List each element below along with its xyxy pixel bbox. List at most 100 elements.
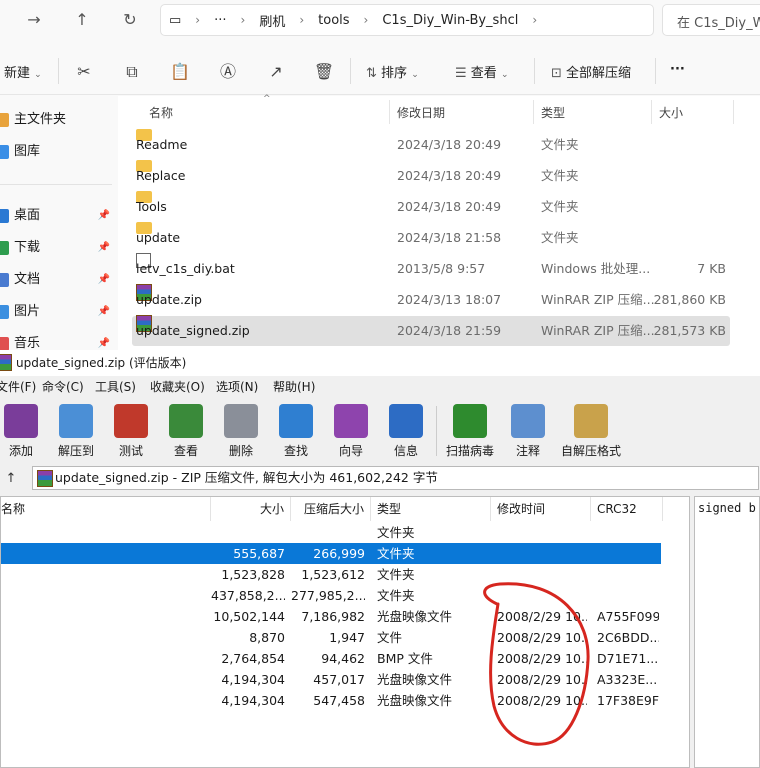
- file-row[interactable]: Tools 2024/3/18 20:49 文件夹: [132, 191, 730, 222]
- sidebar-item-icon: [0, 240, 9, 255]
- chevron-right-icon: ›: [195, 13, 201, 27]
- entry-type: 光盘映像文件: [377, 672, 453, 687]
- column-header-size[interactable]: 大小: [659, 104, 683, 121]
- toolbar-button[interactable]: 信息: [380, 404, 432, 460]
- archive-row[interactable]: logo.bmp2,764,85494,462BMP 文件2008/2/29 1…: [1, 648, 661, 669]
- cut-icon[interactable]: ✂: [73, 62, 95, 82]
- breadcrumb-item[interactable]: tools: [318, 13, 349, 28]
- toolbar-button-label: 测试: [118, 444, 143, 458]
- trash-icon[interactable]: 🗑: [313, 62, 335, 82]
- column-header-crc32[interactable]: CRC32: [591, 497, 663, 521]
- column-header-date[interactable]: 修改日期: [397, 104, 445, 121]
- winrar-title-bar[interactable]: update_signed.zip (评估版本): [0, 350, 760, 376]
- pin-icon[interactable]: 📌: [98, 298, 110, 326]
- file-row[interactable]: letv_c1s_diy.bat 2013/5/8 9:57 Windows 批处理…: [132, 253, 730, 284]
- menu-item[interactable]: 收藏夹(O): [150, 376, 205, 398]
- archive-row[interactable]: uboot.img4,194,304547,458光盘映像文件2008/2/29…: [1, 690, 661, 711]
- menu-item[interactable]: 命令(C): [42, 376, 84, 398]
- extract-all-button[interactable]: ⊡ 全部解压缩: [551, 62, 631, 81]
- pin-icon[interactable]: 📌: [98, 202, 110, 230]
- sidebar-item[interactable]: 文档 📌: [0, 266, 116, 294]
- entry-packed-size: 266,999: [313, 546, 365, 561]
- address-bar[interactable]: ▭ › ··· › 刷机 › tools › C1s_Diy_Win-By_sh…: [160, 4, 654, 36]
- file-explorer-window: → ↑ ↻ ▭ › ··· › 刷机 › tools › C1s_Diy_Win…: [0, 0, 760, 351]
- entry-packed-size: 94,462: [321, 651, 365, 666]
- toolbar-button[interactable]: 自解压格式: [555, 404, 627, 460]
- sidebar-item[interactable]: 主文件夹: [0, 106, 116, 134]
- file-row[interactable]: Replace 2024/3/18 20:49 文件夹: [132, 160, 730, 191]
- entry-type: 光盘映像文件: [377, 693, 453, 708]
- more-options-button[interactable]: ···: [670, 62, 685, 77]
- up-arrow-icon[interactable]: ↑: [68, 8, 96, 32]
- copy-icon[interactable]: ⧉: [121, 62, 143, 82]
- entry-size: 437,858,2...: [211, 588, 285, 603]
- column-header-type[interactable]: 类型: [541, 104, 565, 121]
- column-header-packed[interactable]: 压缩后大小: [291, 497, 371, 521]
- chevron-right-icon: ›: [532, 13, 538, 27]
- menu-item[interactable]: 工具(S): [95, 376, 136, 398]
- toolbar-button[interactable]: 查找: [270, 404, 322, 460]
- file-row[interactable]: Readme 2024/3/18 20:49 文件夹: [132, 129, 730, 160]
- sidebar-item[interactable]: 桌面 📌: [0, 202, 116, 230]
- column-header-name[interactable]: 名称: [149, 104, 173, 121]
- sidebar-item[interactable]: 图片 📌: [0, 298, 116, 326]
- refresh-icon[interactable]: ↻: [116, 8, 144, 32]
- toolbar-button[interactable]: 向导: [325, 404, 377, 460]
- file-name: update_signed.zip: [136, 323, 250, 338]
- menu-item[interactable]: 帮助(H): [273, 376, 315, 398]
- share-icon[interactable]: ↗: [265, 62, 287, 82]
- breadcrumb-item[interactable]: 刷机: [259, 11, 285, 30]
- column-header-name[interactable]: 名称: [1, 497, 211, 521]
- sidebar-item[interactable]: 下载 📌: [0, 234, 116, 262]
- view-list-icon: ☰: [455, 66, 467, 81]
- menu-item[interactable]: 文件(F): [0, 376, 36, 398]
- rename-icon[interactable]: Ⓐ: [217, 62, 239, 82]
- entry-size: 555,687: [233, 546, 285, 561]
- archive-row[interactable]: META-INF555,687266,999文件夹: [1, 543, 661, 564]
- toolbar-button[interactable]: 测试: [105, 404, 157, 460]
- forward-arrow-icon[interactable]: →: [20, 8, 48, 32]
- view-button[interactable]: ☰ 查看 ⌄: [455, 62, 509, 81]
- entry-modified: 2008/2/29 10...: [497, 630, 587, 645]
- pin-icon[interactable]: 📌: [98, 266, 110, 294]
- column-header-size[interactable]: 大小: [211, 497, 291, 521]
- column-header-type[interactable]: 类型: [371, 497, 491, 521]
- file-type: WinRAR ZIP 压缩...: [541, 323, 655, 338]
- entry-packed-size: 457,017: [313, 672, 365, 687]
- info-icon: [389, 404, 423, 438]
- wizard-icon: [334, 404, 368, 438]
- archive-row[interactable]: system437,858,2...277,985,2...文件夹: [1, 585, 661, 606]
- menu-item[interactable]: 选项(N): [216, 376, 258, 398]
- column-header-modified[interactable]: 修改时间: [491, 497, 591, 521]
- pin-icon[interactable]: 📌: [98, 234, 110, 262]
- toolbar-button[interactable]: 注释: [502, 404, 554, 460]
- toolbar-button-label: 解压到: [57, 444, 94, 458]
- toolbar-button[interactable]: 解压到: [50, 404, 102, 460]
- breadcrumb-item[interactable]: C1s_Diy_Win-By_shcl: [382, 13, 518, 28]
- file-row[interactable]: update_signed.zip 2024/3/18 21:59 WinRAR Z…: [132, 315, 730, 346]
- paste-icon[interactable]: 📋: [169, 62, 191, 82]
- file-date: 2024/3/18 21:58: [397, 230, 502, 245]
- archive-path-bar[interactable]: update_signed.zip - ZIP 压缩文件, 解包大小为 461,…: [32, 466, 759, 490]
- winrar-menu-bar: 文件(F) 命令(C) 工具(S) 收藏夹(O) 选项(N) 帮助(H): [0, 376, 760, 398]
- search-input[interactable]: 在 C1s_Diy_W: [662, 4, 760, 36]
- address-overflow[interactable]: ···: [214, 13, 226, 28]
- toolbar-button[interactable]: 删除: [215, 404, 267, 460]
- new-button[interactable]: 新建 ⌄: [4, 62, 42, 81]
- entry-type: 文件夹: [377, 567, 415, 582]
- sidebar-item[interactable]: 图库: [0, 138, 116, 166]
- sidebar-item-icon: [0, 272, 9, 287]
- file-row[interactable]: update 2024/3/18 21:58 文件夹: [132, 222, 730, 253]
- file-row[interactable]: update.zip 2024/3/13 18:07 WinRAR ZIP 压缩..…: [132, 284, 730, 315]
- archive-row[interactable]: ..文件夹: [1, 522, 661, 543]
- up-arrow-icon[interactable]: ↑: [0, 468, 22, 490]
- archive-row[interactable]: boot.img10,502,1447,186,982光盘映像文件2008/2/…: [1, 606, 661, 627]
- archive-row[interactable]: trust.img4,194,304457,017光盘映像文件2008/2/29…: [1, 669, 661, 690]
- toolbar-button[interactable]: 查看: [160, 404, 212, 460]
- entry-type: 光盘映像文件: [377, 609, 453, 624]
- toolbar-button[interactable]: 添加: [0, 404, 47, 460]
- sort-button[interactable]: ⇅ 排序 ⌄: [366, 62, 419, 81]
- archive-row[interactable]: file_contexts8,8701,947文件2008/2/29 10...…: [1, 627, 661, 648]
- toolbar-button[interactable]: 扫描病毒: [434, 404, 506, 460]
- archive-row[interactable]: recovery1,523,8281,523,612文件夹: [1, 564, 661, 585]
